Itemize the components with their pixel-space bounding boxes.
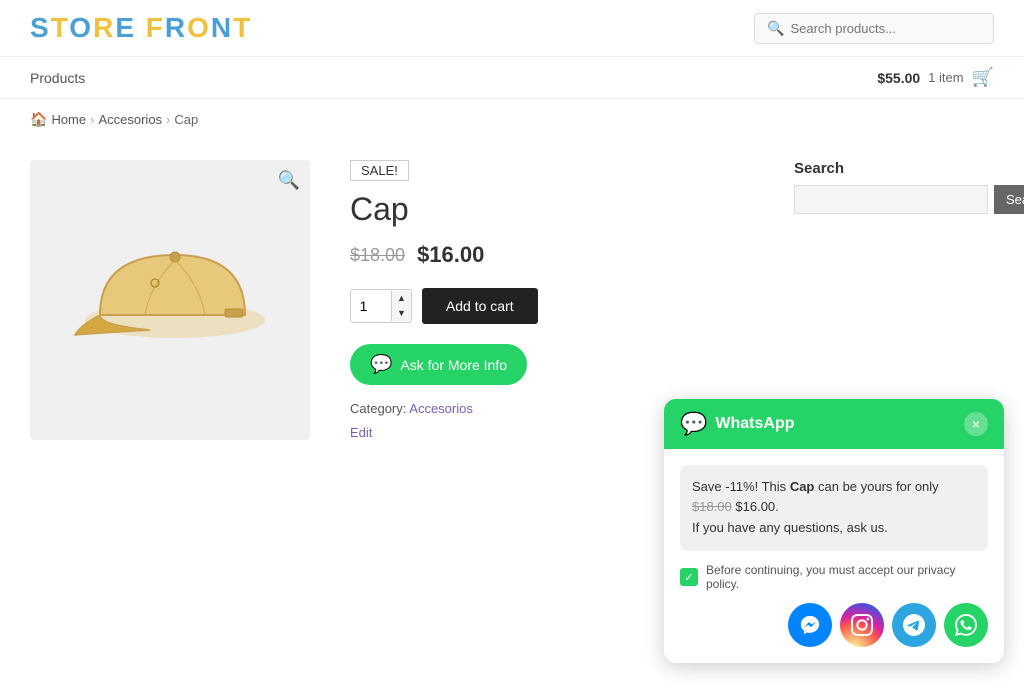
home-icon: 🏠: [30, 111, 47, 128]
wa-body: Save -11%! This Cap can be yours for onl…: [664, 449, 1004, 663]
add-to-cart-button[interactable]: Add to cart: [422, 288, 538, 324]
instagram-button[interactable]: [840, 603, 884, 647]
breadcrumb-home[interactable]: Home: [51, 112, 86, 127]
wa-original-price: $18.00: [692, 499, 732, 514]
wa-msg-line2: can be yours for only: [818, 479, 939, 494]
product-image: [70, 220, 270, 380]
sidebar-search-button[interactable]: Search: [994, 185, 1024, 214]
breadcrumb-current: Cap: [174, 112, 198, 127]
wa-message: Save -11%! This Cap can be yours for onl…: [680, 465, 988, 551]
qty-up-arrow[interactable]: ▲: [392, 291, 411, 306]
sidebar-search-area: Search: [794, 185, 994, 214]
wa-msg-product: Cap: [790, 479, 815, 494]
breadcrumb-sep-1: ›: [90, 112, 94, 127]
wa-header: 💬 WhatsApp ×: [664, 399, 1004, 449]
whatsapp-icon: 💬: [370, 354, 392, 375]
ask-btn-label: Ask for More Info: [400, 357, 507, 373]
wa-header-left: 💬 WhatsApp: [680, 411, 795, 437]
breadcrumb-sep-2: ›: [166, 112, 170, 127]
original-price: $18.00: [350, 245, 405, 266]
whatsapp-popup: 💬 WhatsApp × Save -11%! This Cap can be …: [664, 399, 1004, 663]
header-search-bar[interactable]: 🔍: [754, 13, 994, 44]
whatsapp-logo-icon: 💬: [680, 411, 707, 437]
breadcrumb-category[interactable]: Accesorios: [98, 112, 162, 127]
store-title: STORE FRONT: [30, 12, 252, 44]
wa-social-buttons: [680, 603, 988, 647]
price-area: $18.00 $16.00: [350, 242, 754, 268]
wa-privacy: ✓ Before continuing, you must accept our…: [680, 563, 988, 591]
cart-item-count: 1 item: [928, 70, 963, 85]
cart-price: $55.00: [877, 70, 920, 86]
wa-checkbox[interactable]: ✓: [680, 568, 698, 586]
nav-products[interactable]: Products: [30, 70, 85, 86]
ask-more-info-button[interactable]: 💬 Ask for More Info: [350, 344, 527, 385]
nav-bar: Products $55.00 1 item 🛒: [0, 57, 1024, 99]
category-link[interactable]: Accesorios: [409, 401, 473, 416]
wa-close-button[interactable]: ×: [964, 412, 988, 436]
wa-privacy-text: Before continuing, you must accept our p…: [706, 563, 988, 591]
telegram-button[interactable]: [892, 603, 936, 647]
cart-area: $55.00 1 item 🛒: [877, 67, 994, 88]
product-image-container: 🔍: [30, 160, 310, 440]
qty-down-arrow[interactable]: ▼: [392, 306, 411, 321]
sidebar-search-label: Search: [794, 160, 994, 177]
wa-msg-line1: Save -11%! This: [692, 479, 786, 494]
zoom-icon[interactable]: 🔍: [278, 170, 300, 191]
messenger-button[interactable]: [788, 603, 832, 647]
quantity-cart: 1 ▲ ▼ Add to cart: [350, 288, 754, 324]
product-section: 🔍 SALE! Cap: [30, 160, 754, 440]
category-label: Category:: [350, 401, 406, 416]
quantity-input[interactable]: 1 ▲ ▼: [350, 289, 412, 323]
wa-sale-price: $16.00: [735, 499, 775, 514]
search-icon: 🔍: [767, 20, 784, 37]
search-input[interactable]: [790, 21, 981, 36]
quantity-field[interactable]: 1: [351, 290, 391, 322]
wa-title: WhatsApp: [715, 415, 794, 433]
edit-link[interactable]: Edit: [350, 425, 372, 440]
breadcrumb: 🏠 Home › Accesorios › Cap: [0, 99, 1024, 140]
whatsapp-social-button[interactable]: [944, 603, 988, 647]
sidebar-search-input[interactable]: [794, 185, 988, 214]
wa-msg-line3: If you have any questions, ask us.: [692, 520, 888, 535]
product-name: Cap: [350, 191, 754, 228]
qty-arrows: ▲ ▼: [391, 291, 411, 321]
cart-icon[interactable]: 🛒: [972, 67, 994, 88]
header: STORE FRONT 🔍: [0, 0, 1024, 57]
sale-badge: SALE!: [350, 160, 409, 181]
sale-price: $16.00: [417, 242, 484, 268]
